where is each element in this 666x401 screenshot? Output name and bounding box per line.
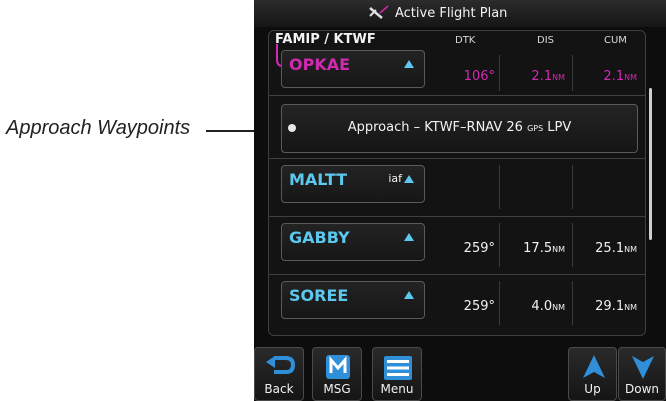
waypoint-options-triangle-icon: [404, 175, 414, 183]
cum-column-header: CUM: [604, 35, 627, 46]
waypoint-name: GABBY: [289, 228, 350, 247]
soree-cum: 29.1NM: [595, 299, 637, 314]
flight-plan-list[interactable]: FAMIP / KTWF DTK DIS CUM OPKAE 106° 2.1N…: [268, 30, 646, 336]
waypoint-button-maltt[interactable]: MALTT iaf: [281, 165, 425, 203]
scrollbar[interactable]: [649, 88, 652, 240]
waypoint-tag-iaf: iaf: [388, 172, 402, 185]
back-arrow-icon: [266, 356, 296, 374]
down-button[interactable]: Down: [618, 347, 666, 401]
msg-button[interactable]: MSG: [312, 347, 362, 401]
route-header: FAMIP / KTWF: [275, 32, 376, 47]
approach-header-button[interactable]: Approach – KTWF–RNAV 26 GPS LPV: [281, 104, 638, 153]
gabby-cum: 25.1NM: [595, 241, 637, 256]
menu-label: Menu: [380, 382, 414, 396]
soree-dis: 4.0NM: [531, 299, 565, 314]
dis-column-header: DIS: [537, 35, 554, 46]
back-button[interactable]: Back: [254, 347, 304, 401]
waypoint-options-triangle-icon: [404, 60, 414, 68]
up-label: Up: [584, 382, 601, 396]
waypoint-button-opkae[interactable]: OPKAE: [281, 50, 425, 88]
menu-button[interactable]: Menu: [372, 347, 422, 401]
gabby-dis: 17.5NM: [523, 241, 565, 256]
opkae-cum: 2.1NM: [603, 69, 637, 84]
soree-dtk: 259°: [463, 299, 495, 314]
back-label: Back: [264, 382, 294, 396]
approach-label: Approach – KTWF–RNAV 26 GPS LPV: [347, 120, 572, 135]
waypoint-options-triangle-icon: [404, 291, 414, 299]
opkae-dtk: 106°: [463, 69, 495, 84]
title-bar: Active Flight Plan: [254, 0, 666, 27]
gabby-dtk: 259°: [463, 241, 495, 256]
up-button[interactable]: Up: [568, 347, 617, 401]
page-title: Active Flight Plan: [395, 6, 508, 21]
waypoint-name: SOREE: [289, 286, 349, 305]
waypoint-name: MALTT: [289, 170, 348, 189]
waypoint-name: OPKAE: [289, 55, 351, 74]
opkae-dis: 2.1NM: [531, 69, 565, 84]
callout-label: Approach Waypoints: [6, 117, 191, 139]
waypoint-button-soree[interactable]: SOREE: [281, 281, 425, 319]
message-icon: [326, 355, 350, 379]
dtk-column-header: DTK: [455, 35, 476, 46]
down-label: Down: [624, 382, 659, 396]
airplane-track-icon: [366, 4, 390, 26]
up-arrow-icon: [583, 355, 605, 378]
down-arrow-icon: [632, 356, 654, 379]
waypoint-button-gabby[interactable]: GABBY: [281, 223, 425, 261]
menu-list-icon: [384, 356, 412, 380]
waypoint-options-triangle-icon: [404, 233, 414, 241]
flight-plan-screen: Active Flight Plan FAMIP / KTWF DTK DIS …: [254, 0, 666, 401]
msg-label: MSG: [323, 382, 351, 396]
